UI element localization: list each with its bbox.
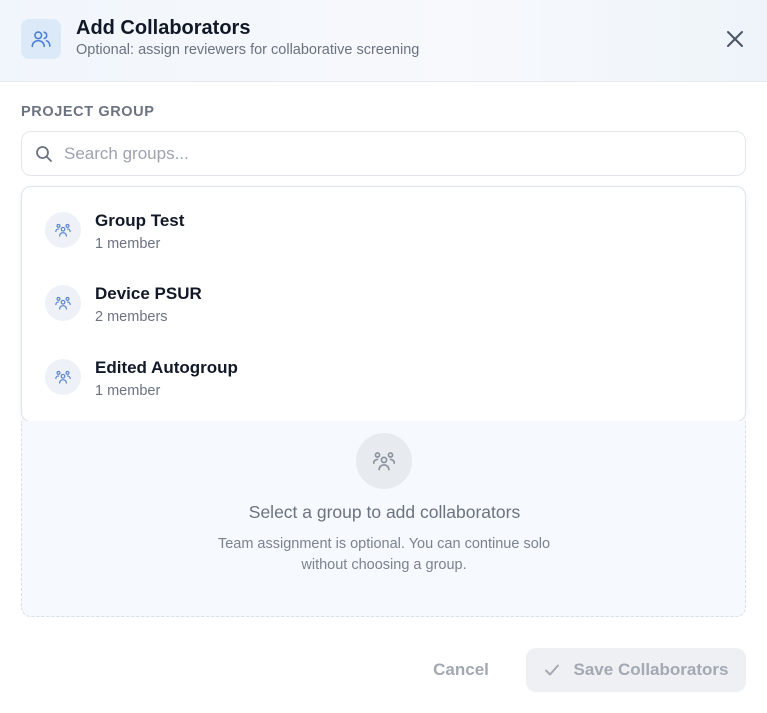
- group-item-device-psur[interactable]: Device PSUR 2 members: [22, 272, 745, 334]
- group-list: Group Test 1 member Device PSUR 2 member…: [21, 186, 746, 422]
- group-member-count: 2 members: [95, 309, 168, 325]
- empty-state-description: Team assignment is optional. You can con…: [217, 536, 551, 573]
- save-button-label: Save Collaborators: [573, 660, 729, 679]
- users-icon: [21, 19, 61, 59]
- group-icon: [356, 433, 412, 489]
- empty-state-title: Select a group to add collaborators: [248, 502, 521, 522]
- group-member-count: 1 member: [95, 236, 161, 252]
- close-icon: [727, 31, 743, 47]
- save-collaborators-button[interactable]: Save Collaborators: [526, 648, 746, 692]
- dialog-title: Add Collaborators: [76, 17, 251, 39]
- group-search: [21, 131, 746, 176]
- group-item-group-test[interactable]: Group Test 1 member: [22, 199, 745, 261]
- group-icon: [45, 212, 81, 248]
- group-icon: [45, 285, 81, 321]
- cancel-button[interactable]: Cancel: [420, 650, 502, 690]
- group-name: Group Test: [95, 211, 185, 230]
- group-item-edited-autogroup[interactable]: Edited Autogroup 1 member: [22, 346, 745, 408]
- group-member-count: 1 member: [95, 383, 161, 399]
- check-icon: [544, 664, 559, 676]
- project-group-label: PROJECT GROUP: [21, 104, 155, 120]
- group-icon: [45, 359, 81, 395]
- search-icon: [36, 146, 52, 162]
- group-name: Edited Autogroup: [95, 358, 238, 377]
- dialog-subtitle: Optional: assign reviewers for collabora…: [76, 42, 420, 58]
- empty-state-panel: Select a group to add collaborators Team…: [21, 421, 746, 617]
- dialog-header: Add Collaborators Optional: assign revie…: [0, 0, 767, 82]
- group-name: Device PSUR: [95, 284, 202, 303]
- close-button[interactable]: [722, 26, 748, 52]
- search-input[interactable]: [64, 138, 724, 170]
